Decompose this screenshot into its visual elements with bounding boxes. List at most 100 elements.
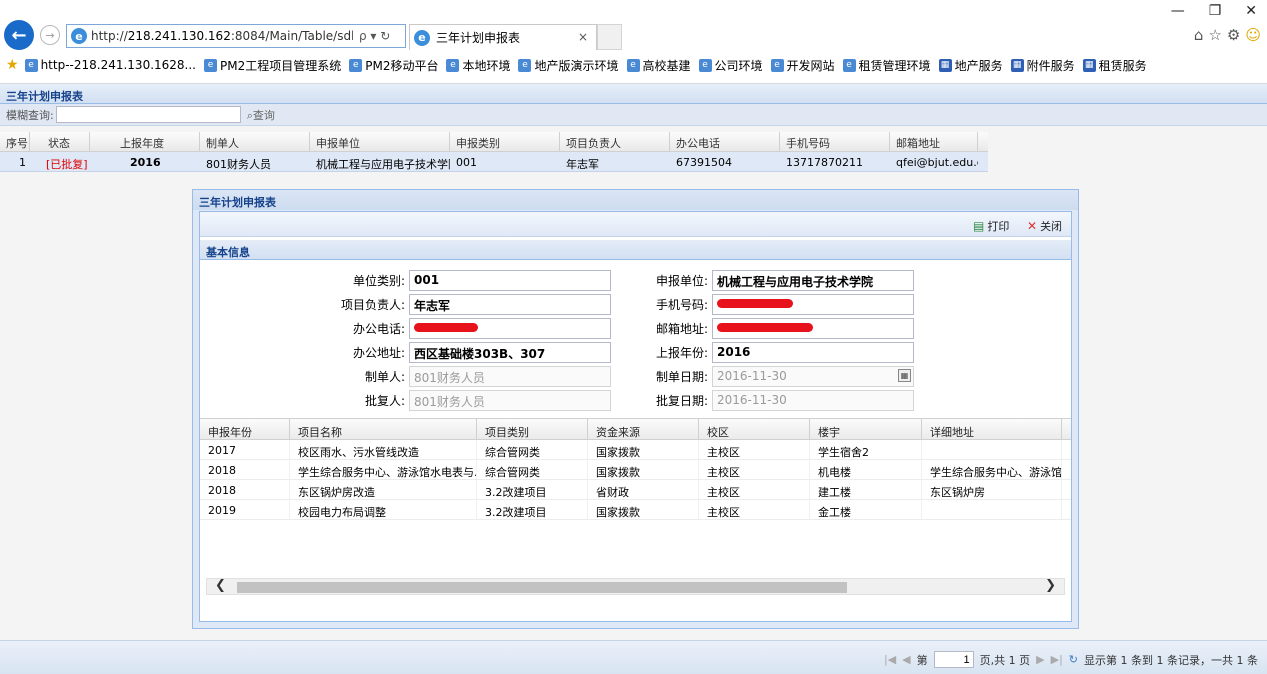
favorite-link[interactable]: e PM2工程项目管理系统: [204, 57, 341, 74]
table-row[interactable]: 2019 校园电力布局调整 3.2改建项目 国家拨款 主校区 金工楼: [200, 500, 1071, 520]
address-tools[interactable]: ρ ▾ ↻: [359, 29, 390, 43]
new-tab-button[interactable]: [597, 24, 622, 50]
page-suffix: 页,共 1 页: [979, 653, 1031, 667]
field-approve-date: 批复日期: 2016-11-30: [613, 390, 914, 411]
detail-col-header[interactable]: 项目名称: [290, 419, 477, 439]
cell-campus: 主校区: [699, 440, 810, 459]
email-field[interactable]: [712, 318, 914, 339]
cell-office-phone: 67391504: [676, 156, 732, 169]
settings-icon[interactable]: ⚙: [1227, 26, 1240, 44]
print-icon: ▤: [973, 219, 985, 233]
smiley-icon[interactable]: ☺: [1245, 26, 1261, 44]
home-icon[interactable]: ⌂: [1194, 26, 1204, 44]
cell-campus: 主校区: [699, 500, 810, 519]
print-button[interactable]: ▤ 打印: [973, 218, 1009, 234]
scroll-left-icon[interactable]: ❮: [215, 578, 226, 593]
table-row[interactable]: 2017 校区雨水、污水管线改造 综合管网类 国家拨款 主校区 学生宿舍2: [200, 440, 1071, 460]
creator-field: 801财务人员: [409, 366, 611, 387]
pm-field[interactable]: 年志军: [409, 294, 611, 315]
search-button[interactable]: ⌕查询: [247, 107, 275, 123]
cell-category: 3.2改建项目: [477, 480, 588, 499]
table-row[interactable]: 2018 东区锅炉房改造 3.2改建项目 省财政 主校区 建工楼 东区锅炉房: [200, 480, 1071, 500]
browser-tab[interactable]: e 三年计划申报表 ×: [409, 24, 597, 50]
favorite-link[interactable]: e 租赁管理环境: [842, 57, 931, 74]
next-page-icon[interactable]: ▶: [1036, 653, 1044, 666]
detail-col-header[interactable]: 楼宇: [810, 419, 922, 439]
favorite-link[interactable]: e 高校基建: [626, 57, 691, 74]
favorite-link[interactable]: e PM2移动平台: [349, 57, 438, 74]
favorite-link[interactable]: e 公司环境: [698, 57, 763, 74]
office-phone-field[interactable]: [409, 318, 611, 339]
report-unit-field[interactable]: 机械工程与应用电子技术学院: [712, 270, 914, 291]
restore-icon[interactable]: ❐: [1209, 3, 1222, 19]
last-page-icon[interactable]: ▶|: [1051, 653, 1063, 666]
unit-type-field[interactable]: 001: [409, 270, 611, 291]
table-row[interactable]: 2018 学生综合服务中心、游泳馆水电表与... 综合管网类 国家拨款 主校区 …: [200, 460, 1071, 480]
search-input[interactable]: [55, 106, 241, 123]
cell-building: 金工楼: [810, 500, 922, 519]
cell-year: 2019: [200, 500, 290, 519]
url-host: 218.241.130.162: [127, 29, 231, 43]
calendar-icon[interactable]: ▦: [898, 369, 911, 382]
grid-col-header[interactable]: 项目负责人: [560, 132, 670, 151]
grid-col-header[interactable]: 上报年度: [90, 132, 200, 151]
cell-building: 建工楼: [810, 480, 922, 499]
favorites-icon[interactable]: ☆: [1208, 26, 1221, 44]
grid-col-header[interactable]: 邮箱地址: [890, 132, 978, 151]
favorite-link[interactable]: ▦ 地产服务: [938, 57, 1003, 74]
office-addr-field[interactable]: 西区基础楼303B、307: [409, 342, 611, 363]
prev-page-icon[interactable]: ◀: [902, 653, 910, 666]
cell-project: 校区雨水、污水管线改造: [290, 440, 477, 459]
page-input[interactable]: [933, 651, 974, 668]
favorite-link[interactable]: e 本地环境: [446, 57, 510, 74]
favorite-link[interactable]: e 开发网站: [770, 57, 835, 74]
cell-fund: 国家拨款: [588, 440, 699, 459]
grid-col-header[interactable]: 办公电话: [670, 132, 780, 151]
minimize-icon[interactable]: —: [1171, 3, 1185, 19]
dialog-body: ▤ 打印 ✕ 关闭 基本信息 单位类别: 001 项目负责人: 年志军 办公电话…: [199, 211, 1072, 622]
favorite-link[interactable]: e http--218.241.130.1628...: [24, 58, 196, 72]
detail-col-header[interactable]: 项目类别: [477, 419, 588, 439]
cell-project: 学生综合服务中心、游泳馆水电表与...: [290, 460, 477, 479]
first-page-icon[interactable]: |◀: [884, 653, 896, 666]
favorites-star-icon[interactable]: ★: [6, 57, 19, 73]
back-button[interactable]: ←: [4, 20, 34, 50]
grid-col-header[interactable]: 手机号码: [780, 132, 890, 151]
cell-building: 学生宿舍2: [810, 440, 922, 459]
cell-category: 3.2改建项目: [477, 500, 588, 519]
report-year-field[interactable]: 2016: [712, 342, 914, 363]
cell-address: 东区锅炉房: [922, 480, 1062, 499]
favorite-link[interactable]: e 地产版演示环境: [518, 57, 619, 74]
grid-col-header[interactable]: 序号: [0, 132, 30, 151]
page-icon: e: [518, 58, 532, 72]
scrollbar-thumb[interactable]: [237, 582, 847, 593]
tab-close-icon[interactable]: ×: [578, 30, 588, 44]
address-bar[interactable]: e http://218.241.130.162:8084/Main/Table…: [66, 24, 406, 48]
search-label: 模糊查询:: [6, 108, 54, 122]
detail-col-header[interactable]: 申报年份: [200, 419, 290, 439]
dialog-toolbar: ▤ 打印 ✕ 关闭: [200, 212, 1071, 237]
table-row[interactable]: 1 [已批复] 2016 801财务人员 机械工程与应用电子技术学院 001 年…: [0, 152, 988, 172]
detail-col-header[interactable]: 详细地址: [922, 419, 1062, 439]
detail-col-header[interactable]: 校区: [699, 419, 810, 439]
cell-unit: 机械工程与应用电子技术学院: [316, 158, 450, 171]
dialog-title[interactable]: 三年计划申报表: [193, 190, 1078, 210]
field-creator: 制单人: 801财务人员: [310, 366, 611, 387]
close-dialog-button[interactable]: ✕ 关闭: [1027, 218, 1062, 234]
refresh-icon[interactable]: ↻: [1069, 653, 1078, 666]
favorite-link[interactable]: ▦ 租赁服务: [1082, 57, 1147, 74]
detail-col-header[interactable]: 资金来源: [588, 419, 699, 439]
grid-col-header[interactable]: 制单人: [200, 132, 310, 151]
forward-button[interactable]: →: [40, 25, 60, 45]
service-icon: ▦: [938, 58, 952, 72]
grid-col-header[interactable]: 申报类别: [450, 132, 560, 151]
address-url[interactable]: http://218.241.130.162:8084/Main/Table/s…: [91, 29, 353, 43]
favorite-link[interactable]: ▦ 附件服务: [1010, 57, 1075, 74]
horizontal-scrollbar[interactable]: ❮ ❯: [206, 578, 1065, 595]
mobile-field[interactable]: [712, 294, 914, 315]
cell-project: 校园电力布局调整: [290, 500, 477, 519]
grid-col-header[interactable]: 申报单位: [310, 132, 450, 151]
scroll-right-icon[interactable]: ❯: [1045, 578, 1056, 593]
close-window-icon[interactable]: ✕: [1245, 3, 1257, 19]
grid-col-header[interactable]: 状态: [30, 132, 90, 151]
